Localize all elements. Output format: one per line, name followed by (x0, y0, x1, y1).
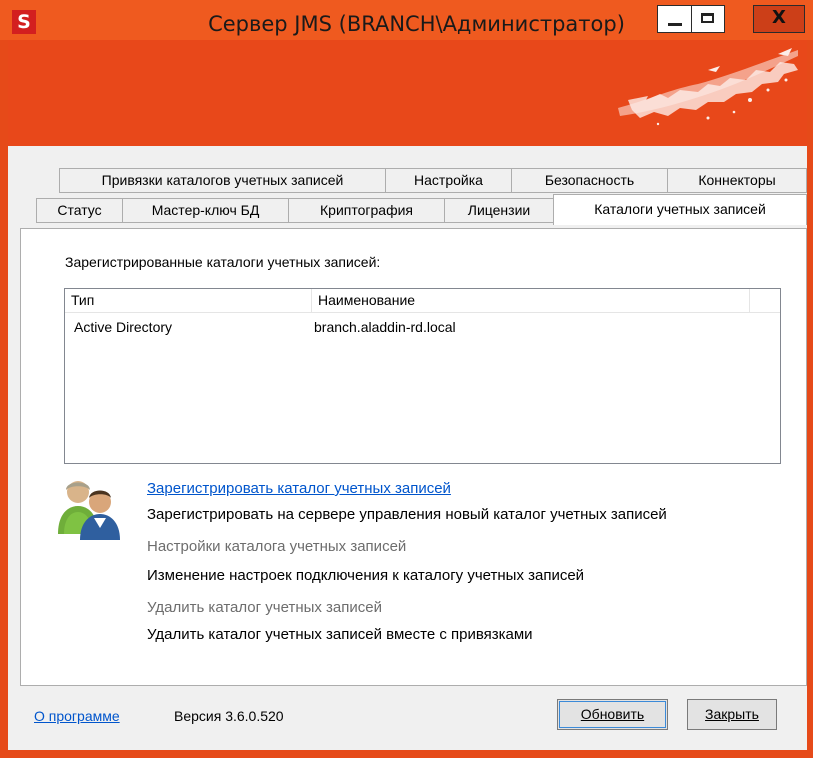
tab-row-top: Привязки каталогов учетных записей Настр… (0, 168, 813, 195)
delete-catalog-link[interactable]: Удалить каталог учетных записей (147, 599, 382, 616)
tab-row-bottom: Статус Мастер-ключ БД Криптография Лицен… (0, 194, 813, 225)
list-item-type: Active Directory (74, 319, 173, 335)
list-header: Тип Наименование (65, 289, 780, 313)
tab-db-master-key[interactable]: Мастер-ключ БД (122, 198, 289, 223)
tab-security[interactable]: Безопасность (511, 168, 668, 193)
users-icon (58, 481, 120, 540)
tab-account-catalogs[interactable]: Каталоги учетных записей (553, 194, 807, 225)
refresh-button-label: Обновить (580, 706, 645, 722)
brand-splash-graphic (618, 48, 798, 126)
tab-settings[interactable]: Настройка (385, 168, 512, 193)
maximize-icon[interactable] (692, 5, 725, 33)
title-bar[interactable]: S Сервер JMS (BRANCH\Администратор) X (0, 0, 813, 40)
tab-connectors[interactable]: Коннекторы (667, 168, 807, 193)
column-header-type[interactable]: Тип (65, 289, 312, 312)
delete-catalog-description: Удалить каталог учетных записей вместе с… (147, 626, 533, 643)
tab-status[interactable]: Статус (36, 198, 123, 223)
version-label: Версия 3.6.0.520 (174, 708, 284, 724)
list-item[interactable]: Active Directory branch.aladdin-rd.local (65, 316, 780, 338)
minimize-icon[interactable] (657, 5, 692, 33)
register-catalog-description: Зарегистрировать на сервере управления н… (147, 506, 667, 523)
tab-cryptography[interactable]: Криптография (288, 198, 445, 223)
list-item-name: branch.aladdin-rd.local (314, 319, 456, 335)
jms-server-window: S Сервер JMS (BRANCH\Администратор) X Пр… (0, 0, 813, 758)
about-link[interactable]: О программе (34, 708, 120, 724)
catalog-settings-link[interactable]: Настройки каталога учетных записей (147, 538, 406, 555)
close-button[interactable]: Закрыть (687, 699, 777, 730)
close-icon[interactable]: X (753, 5, 805, 33)
catalogs-list[interactable]: Тип Наименование Active Directory branch… (64, 288, 781, 464)
close-button-label: Закрыть (705, 706, 759, 722)
column-header-name[interactable]: Наименование (312, 289, 750, 312)
tab-licenses[interactable]: Лицензии (444, 198, 554, 223)
register-catalog-link[interactable]: Зарегистрировать каталог учетных записей (147, 480, 451, 497)
tab-catalog-bindings[interactable]: Привязки каталогов учетных записей (59, 168, 386, 193)
registered-catalogs-label: Зарегистрированные каталоги учетных запи… (65, 254, 381, 270)
header-banner (8, 40, 807, 146)
refresh-button[interactable]: Обновить (557, 699, 668, 730)
catalog-settings-description: Изменение настроек подключения к каталог… (147, 567, 585, 584)
